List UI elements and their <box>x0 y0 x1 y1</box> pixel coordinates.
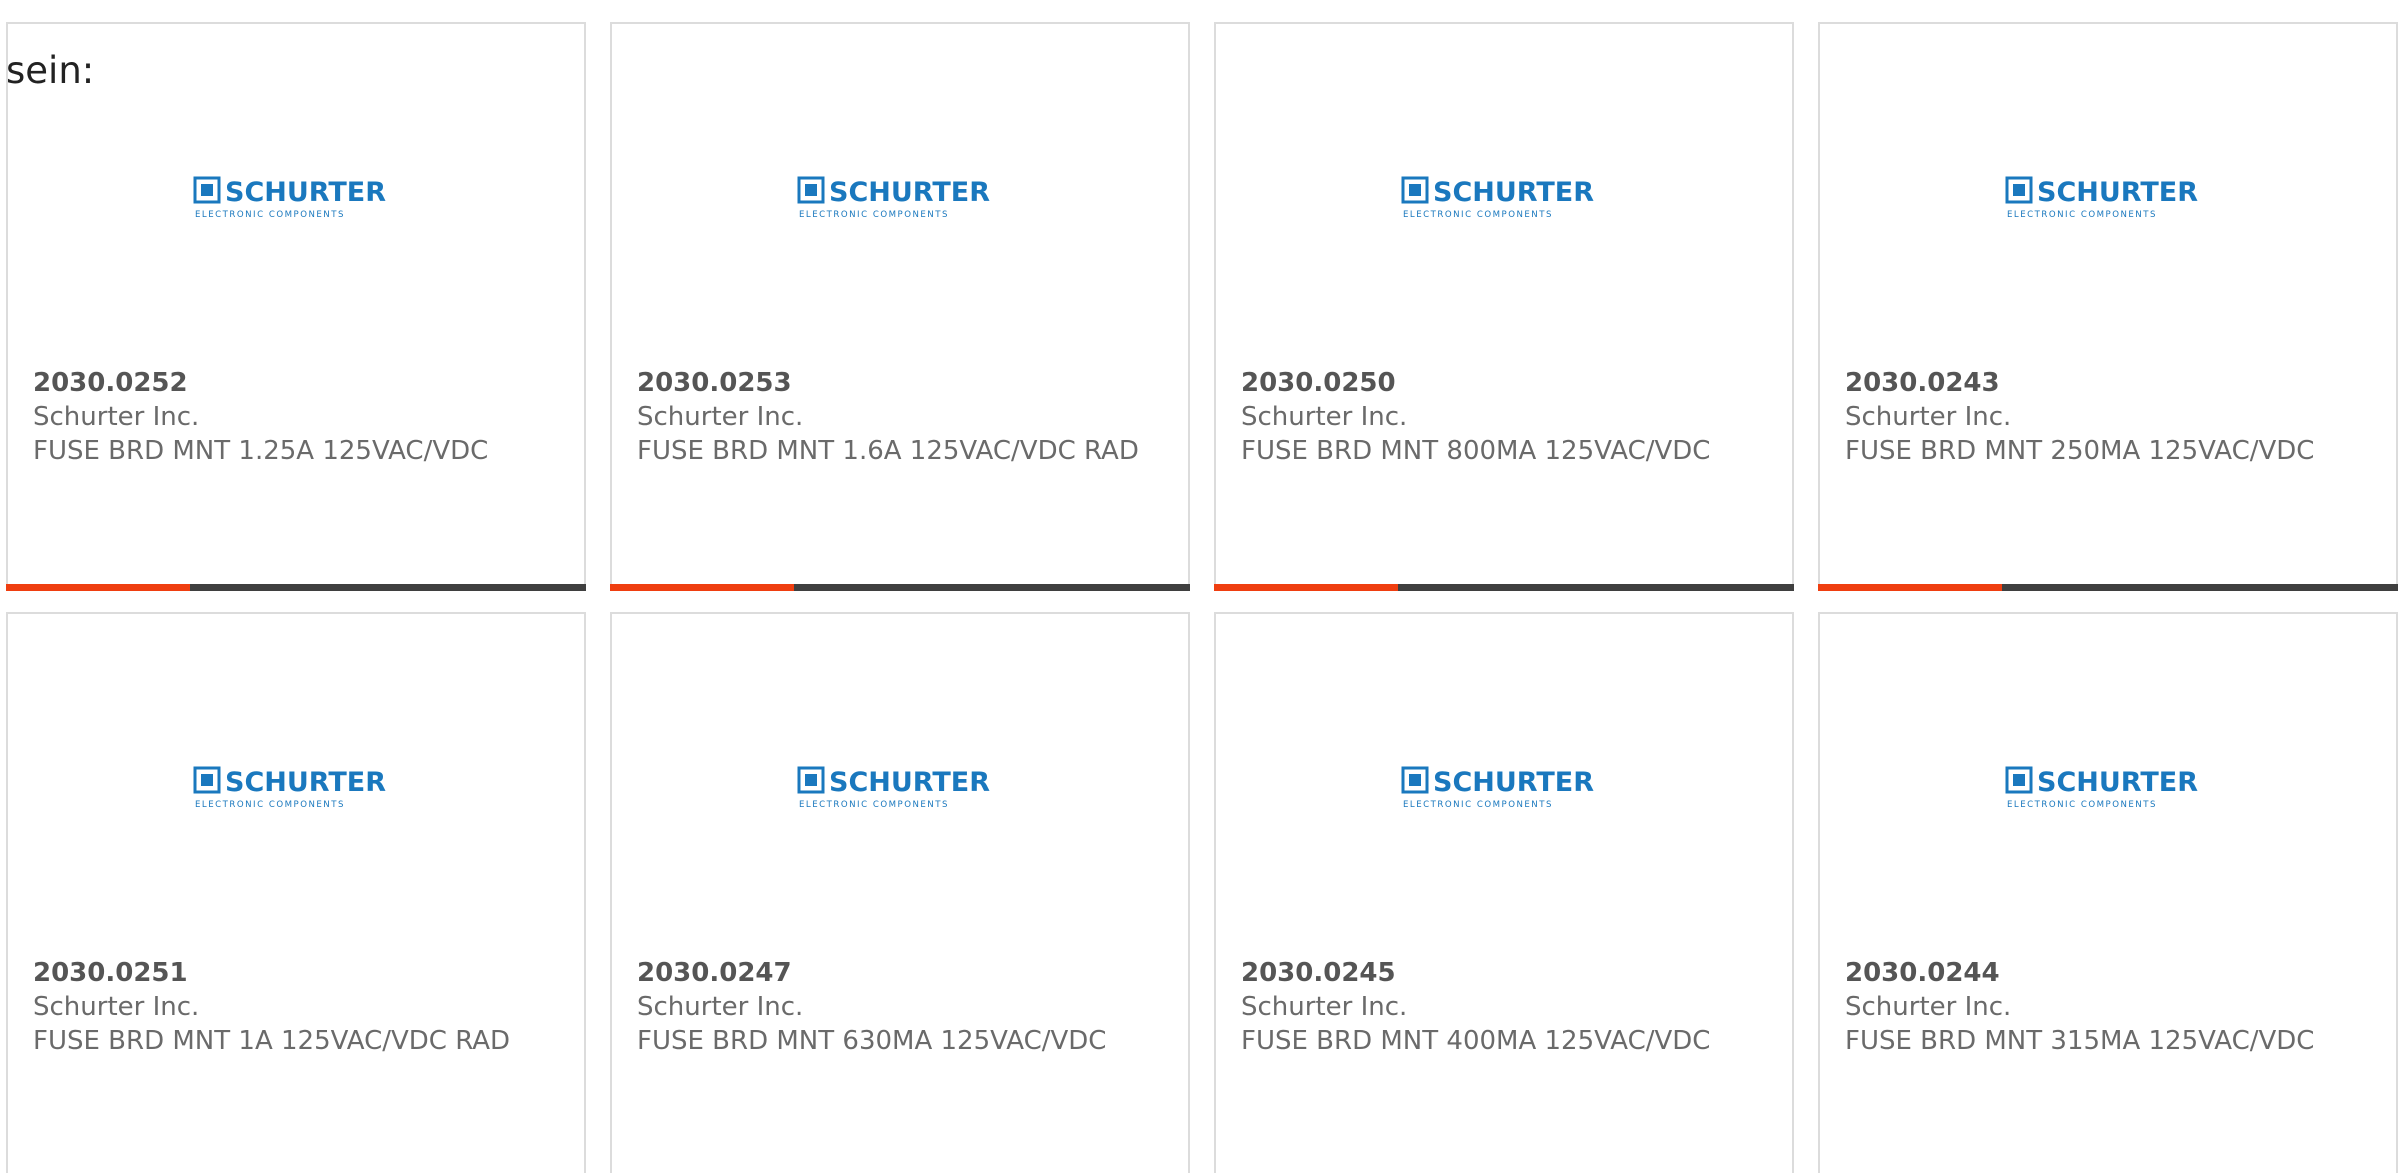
schurter-logo: SCHURTER ELECTRONIC COMPONENTS <box>193 174 413 224</box>
product-description: FUSE BRD MNT 400MA 125VAC/VDC <box>1241 1026 1711 1056</box>
schurter-logo: SCHURTER ELECTRONIC COMPONENTS <box>797 174 1017 224</box>
part-number[interactable]: 2030.0250 <box>1241 366 1771 400</box>
manufacturer-name: Schurter Inc. <box>1845 992 2012 1022</box>
schurter-logo-icon <box>2005 176 2033 204</box>
schurter-logo: SCHURTER ELECTRONIC COMPONENTS <box>1401 764 1621 814</box>
manufacturer-name: Schurter Inc. <box>637 402 804 432</box>
part-number[interactable]: 2030.0251 <box>33 956 563 990</box>
product-card[interactable]: SCHURTER ELECTRONIC COMPONENTS 2030.0251 Sc… <box>6 612 586 1173</box>
product-info: 2030.0250 Schurter Inc. FUSE BRD MNT 800MA… <box>1241 366 1771 468</box>
product-card[interactable]: SCHURTER ELECTRONIC COMPONENTS 2030.0252 Sc… <box>6 22 586 591</box>
product-description: FUSE BRD MNT 1.6A 125VAC/VDC RAD <box>637 436 1139 466</box>
product-description: FUSE BRD MNT 1.25A 125VAC/VDC <box>33 436 489 466</box>
part-number[interactable]: 2030.0245 <box>1241 956 1771 990</box>
schurter-logo-icon <box>797 176 825 204</box>
manufacturer-name: Schurter Inc. <box>637 992 804 1022</box>
card-accent-bar <box>1214 584 1398 591</box>
card-bottom-bar <box>610 584 1190 591</box>
product-card[interactable]: SCHURTER ELECTRONIC COMPONENTS 2030.0245 Sc… <box>1214 612 1794 1173</box>
logo-brand-text: SCHURTER <box>1433 177 1594 208</box>
product-info: 2030.0252 Schurter Inc. FUSE BRD MNT 1.25A… <box>33 366 563 468</box>
card-bottom-bar <box>1818 584 2398 591</box>
product-card[interactable]: SCHURTER ELECTRONIC COMPONENTS 2030.0243 Sc… <box>1818 22 2398 591</box>
product-card[interactable]: SCHURTER ELECTRONIC COMPONENTS 2030.0244 Sc… <box>1818 612 2398 1173</box>
product-description: FUSE BRD MNT 250MA 125VAC/VDC <box>1845 436 2315 466</box>
part-number[interactable]: 2030.0244 <box>1845 956 2375 990</box>
product-info: 2030.0245 Schurter Inc. FUSE BRD MNT 400MA… <box>1241 956 1771 1058</box>
product-description: FUSE BRD MNT 1A 125VAC/VDC RAD <box>33 1026 511 1056</box>
logo-tagline-text: ELECTRONIC COMPONENTS <box>2007 800 2157 810</box>
logo-brand-text: SCHURTER <box>829 767 990 798</box>
schurter-logo: SCHURTER ELECTRONIC COMPONENTS <box>797 764 1017 814</box>
product-card[interactable]: SCHURTER ELECTRONIC COMPONENTS 2030.0253 Sc… <box>610 22 1190 591</box>
intro-text: sein: <box>6 49 95 92</box>
product-card[interactable]: SCHURTER ELECTRONIC COMPONENTS 2030.0247 Sc… <box>610 612 1190 1173</box>
card-accent-bar <box>6 584 190 591</box>
manufacturer-name: Schurter Inc. <box>33 992 200 1022</box>
product-info: 2030.0251 Schurter Inc. FUSE BRD MNT 1A 12… <box>33 956 563 1058</box>
product-card[interactable]: SCHURTER ELECTRONIC COMPONENTS 2030.0250 Sc… <box>1214 22 1794 591</box>
part-number[interactable]: 2030.0243 <box>1845 366 2375 400</box>
part-number[interactable]: 2030.0247 <box>637 956 1167 990</box>
card-accent-bar <box>610 584 794 591</box>
product-info: 2030.0253 Schurter Inc. FUSE BRD MNT 1.6A … <box>637 366 1167 468</box>
logo-tagline-text: ELECTRONIC COMPONENTS <box>799 210 949 220</box>
schurter-logo-icon <box>797 766 825 794</box>
logo-brand-text: SCHURTER <box>225 767 386 798</box>
manufacturer-name: Schurter Inc. <box>33 402 200 432</box>
product-info: 2030.0243 Schurter Inc. FUSE BRD MNT 250MA… <box>1845 366 2375 468</box>
card-bottom-bar <box>6 584 586 591</box>
logo-tagline-text: ELECTRONIC COMPONENTS <box>1403 210 1553 220</box>
logo-brand-text: SCHURTER <box>2037 177 2198 208</box>
schurter-logo-icon <box>193 766 221 794</box>
logo-tagline-text: ELECTRONIC COMPONENTS <box>195 800 345 810</box>
logo-brand-text: SCHURTER <box>1433 767 1594 798</box>
logo-brand-text: SCHURTER <box>225 177 386 208</box>
logo-tagline-text: ELECTRONIC COMPONENTS <box>2007 210 2157 220</box>
manufacturer-name: Schurter Inc. <box>1845 402 2012 432</box>
schurter-logo: SCHURTER ELECTRONIC COMPONENTS <box>2005 764 2225 814</box>
schurter-logo-icon <box>193 176 221 204</box>
product-description: FUSE BRD MNT 630MA 125VAC/VDC <box>637 1026 1107 1056</box>
schurter-logo: SCHURTER ELECTRONIC COMPONENTS <box>2005 174 2225 224</box>
logo-tagline-text: ELECTRONIC COMPONENTS <box>799 800 949 810</box>
schurter-logo-icon <box>1401 766 1429 794</box>
product-grid-page: sein: SCHURTER ELECTRONIC COMPONENTS 2030.… <box>0 0 2400 1173</box>
schurter-logo: SCHURTER ELECTRONIC COMPONENTS <box>193 764 413 814</box>
part-number[interactable]: 2030.0252 <box>33 366 563 400</box>
card-accent-bar <box>1818 584 2002 591</box>
product-info: 2030.0247 Schurter Inc. FUSE BRD MNT 630MA… <box>637 956 1167 1058</box>
schurter-logo-icon <box>2005 766 2033 794</box>
logo-tagline-text: ELECTRONIC COMPONENTS <box>1403 800 1553 810</box>
card-bottom-bar <box>1214 584 1794 591</box>
part-number[interactable]: 2030.0253 <box>637 366 1167 400</box>
product-description: FUSE BRD MNT 315MA 125VAC/VDC <box>1845 1026 2315 1056</box>
logo-brand-text: SCHURTER <box>2037 767 2198 798</box>
manufacturer-name: Schurter Inc. <box>1241 402 1408 432</box>
logo-tagline-text: ELECTRONIC COMPONENTS <box>195 210 345 220</box>
logo-brand-text: SCHURTER <box>829 177 990 208</box>
product-description: FUSE BRD MNT 800MA 125VAC/VDC <box>1241 436 1711 466</box>
schurter-logo-icon <box>1401 176 1429 204</box>
schurter-logo: SCHURTER ELECTRONIC COMPONENTS <box>1401 174 1621 224</box>
manufacturer-name: Schurter Inc. <box>1241 992 1408 1022</box>
product-info: 2030.0244 Schurter Inc. FUSE BRD MNT 315MA… <box>1845 956 2375 1058</box>
